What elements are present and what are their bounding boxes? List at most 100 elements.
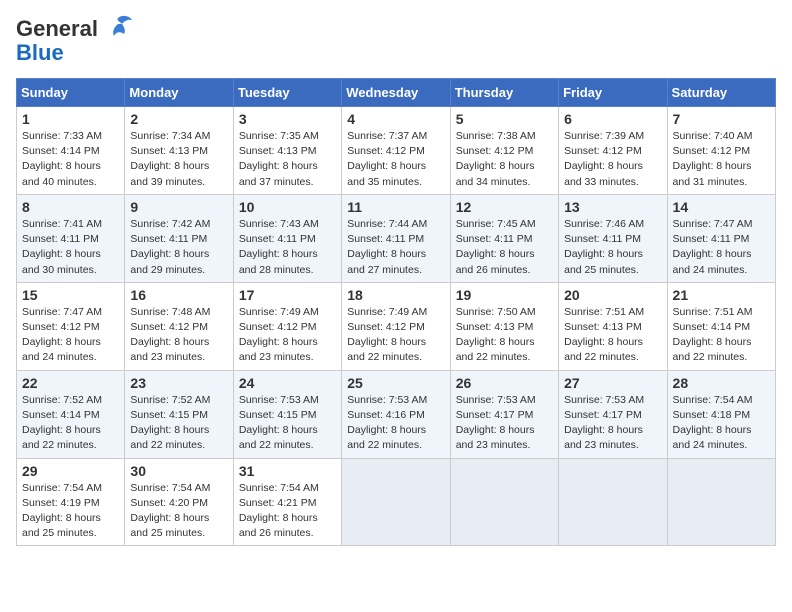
calendar-cell bbox=[450, 458, 558, 546]
day-number: 15 bbox=[22, 287, 119, 303]
week-row-3: 22 Sunrise: 7:52 AMSunset: 4:14 PMDayligh… bbox=[17, 370, 776, 458]
calendar-cell: 24Sunrise: 7:53 AMSunset: 4:15 PMDayligh… bbox=[233, 370, 341, 458]
day-number: 3 bbox=[239, 111, 336, 127]
cell-info: Sunrise: 7:33 AMSunset: 4:14 PMDaylight:… bbox=[22, 129, 119, 190]
calendar-cell: 23 Sunrise: 7:52 AMSunset: 4:15 PMDayligh… bbox=[125, 370, 233, 458]
logo: General Blue bbox=[16, 16, 134, 66]
cell-info: Sunrise: 7:52 AMSunset: 4:14 PMDaylight:… bbox=[22, 393, 119, 454]
calendar-cell: 29 Sunrise: 7:54 AMSunset: 4:19 PMDayligh… bbox=[17, 458, 125, 546]
day-number: 16 bbox=[130, 287, 227, 303]
cell-info: Sunrise: 7:34 AMSunset: 4:13 PMDaylight:… bbox=[130, 129, 227, 190]
calendar-cell: 9 Sunrise: 7:42 AMSunset: 4:11 PMDaylight… bbox=[125, 194, 233, 282]
calendar-cell: 15Sunrise: 7:47 AMSunset: 4:12 PMDayligh… bbox=[17, 282, 125, 370]
calendar-cell: 1Sunrise: 7:33 AMSunset: 4:14 PMDaylight… bbox=[17, 107, 125, 195]
logo-general: General bbox=[16, 16, 98, 42]
calendar-cell: 18 Sunrise: 7:49 AMSunset: 4:12 PMDayligh… bbox=[342, 282, 450, 370]
day-number: 17 bbox=[239, 287, 336, 303]
calendar-cell: 11 Sunrise: 7:44 AMSunset: 4:11 PMDayligh… bbox=[342, 194, 450, 282]
calendar-cell: 6 Sunrise: 7:39 AMSunset: 4:12 PMDaylight… bbox=[559, 107, 667, 195]
cell-info: Sunrise: 7:44 AMSunset: 4:11 PMDaylight:… bbox=[347, 217, 444, 278]
day-number: 22 bbox=[22, 375, 119, 391]
cell-info: Sunrise: 7:51 AMSunset: 4:13 PMDaylight:… bbox=[564, 305, 661, 366]
column-header-wednesday: Wednesday bbox=[342, 79, 450, 107]
calendar-cell: 3 Sunrise: 7:35 AMSunset: 4:13 PMDaylight… bbox=[233, 107, 341, 195]
calendar-cell: 7 Sunrise: 7:40 AMSunset: 4:12 PMDaylight… bbox=[667, 107, 775, 195]
week-row-2: 15Sunrise: 7:47 AMSunset: 4:12 PMDayligh… bbox=[17, 282, 776, 370]
calendar-body: 1Sunrise: 7:33 AMSunset: 4:14 PMDaylight… bbox=[17, 107, 776, 546]
day-number: 26 bbox=[456, 375, 553, 391]
day-number: 4 bbox=[347, 111, 444, 127]
logo-bird-icon bbox=[102, 14, 134, 40]
cell-info: Sunrise: 7:42 AMSunset: 4:11 PMDaylight:… bbox=[130, 217, 227, 278]
cell-info: Sunrise: 7:35 AMSunset: 4:13 PMDaylight:… bbox=[239, 129, 336, 190]
day-number: 13 bbox=[564, 199, 661, 215]
cell-info: Sunrise: 7:54 AMSunset: 4:18 PMDaylight:… bbox=[673, 393, 770, 454]
day-number: 6 bbox=[564, 111, 661, 127]
cell-info: Sunrise: 7:53 AMSunset: 4:17 PMDaylight:… bbox=[564, 393, 661, 454]
logo-blue: Blue bbox=[16, 40, 64, 65]
day-number: 29 bbox=[22, 463, 119, 479]
day-number: 14 bbox=[673, 199, 770, 215]
cell-info: Sunrise: 7:47 AMSunset: 4:11 PMDaylight:… bbox=[673, 217, 770, 278]
day-number: 7 bbox=[673, 111, 770, 127]
calendar-cell: 10 Sunrise: 7:43 AMSunset: 4:11 PMDayligh… bbox=[233, 194, 341, 282]
day-number: 11 bbox=[347, 199, 444, 215]
calendar-cell: 5 Sunrise: 7:38 AMSunset: 4:12 PMDaylight… bbox=[450, 107, 558, 195]
cell-info: Sunrise: 7:45 AMSunset: 4:11 PMDaylight:… bbox=[456, 217, 553, 278]
cell-info: Sunrise: 7:48 AMSunset: 4:12 PMDaylight:… bbox=[130, 305, 227, 366]
cell-info: Sunrise: 7:54 AMSunset: 4:19 PMDaylight:… bbox=[22, 481, 119, 542]
column-header-tuesday: Tuesday bbox=[233, 79, 341, 107]
day-number: 5 bbox=[456, 111, 553, 127]
cell-info: Sunrise: 7:46 AMSunset: 4:11 PMDaylight:… bbox=[564, 217, 661, 278]
page-header: General Blue bbox=[16, 16, 776, 66]
day-number: 10 bbox=[239, 199, 336, 215]
calendar-cell: 12 Sunrise: 7:45 AMSunset: 4:11 PMDayligh… bbox=[450, 194, 558, 282]
week-row-4: 29 Sunrise: 7:54 AMSunset: 4:19 PMDayligh… bbox=[17, 458, 776, 546]
calendar-cell: 27 Sunrise: 7:53 AMSunset: 4:17 PMDayligh… bbox=[559, 370, 667, 458]
cell-info: Sunrise: 7:38 AMSunset: 4:12 PMDaylight:… bbox=[456, 129, 553, 190]
cell-info: Sunrise: 7:54 AMSunset: 4:21 PMDaylight:… bbox=[239, 481, 336, 542]
calendar-cell: 20 Sunrise: 7:51 AMSunset: 4:13 PMDayligh… bbox=[559, 282, 667, 370]
day-number: 27 bbox=[564, 375, 661, 391]
week-row-1: 8 Sunrise: 7:41 AMSunset: 4:11 PMDaylight… bbox=[17, 194, 776, 282]
calendar-cell: 28Sunrise: 7:54 AMSunset: 4:18 PMDayligh… bbox=[667, 370, 775, 458]
calendar-cell bbox=[667, 458, 775, 546]
cell-info: Sunrise: 7:49 AMSunset: 4:12 PMDaylight:… bbox=[239, 305, 336, 366]
column-header-saturday: Saturday bbox=[667, 79, 775, 107]
column-header-thursday: Thursday bbox=[450, 79, 558, 107]
calendar-cell: 2 Sunrise: 7:34 AMSunset: 4:13 PMDaylight… bbox=[125, 107, 233, 195]
calendar-cell: 21Sunrise: 7:51 AMSunset: 4:14 PMDayligh… bbox=[667, 282, 775, 370]
cell-info: Sunrise: 7:39 AMSunset: 4:12 PMDaylight:… bbox=[564, 129, 661, 190]
cell-info: Sunrise: 7:41 AMSunset: 4:11 PMDaylight:… bbox=[22, 217, 119, 278]
calendar-header: SundayMondayTuesdayWednesdayThursdayFrid… bbox=[17, 79, 776, 107]
calendar-cell: 25 Sunrise: 7:53 AMSunset: 4:16 PMDayligh… bbox=[342, 370, 450, 458]
day-number: 8 bbox=[22, 199, 119, 215]
cell-info: Sunrise: 7:40 AMSunset: 4:12 PMDaylight:… bbox=[673, 129, 770, 190]
calendar-table: SundayMondayTuesdayWednesdayThursdayFrid… bbox=[16, 78, 776, 546]
calendar-cell: 22 Sunrise: 7:52 AMSunset: 4:14 PMDayligh… bbox=[17, 370, 125, 458]
day-number: 12 bbox=[456, 199, 553, 215]
day-number: 2 bbox=[130, 111, 227, 127]
calendar-cell: 4Sunrise: 7:37 AMSunset: 4:12 PMDaylight… bbox=[342, 107, 450, 195]
day-number: 25 bbox=[347, 375, 444, 391]
calendar-cell bbox=[342, 458, 450, 546]
cell-info: Sunrise: 7:52 AMSunset: 4:15 PMDaylight:… bbox=[130, 393, 227, 454]
day-number: 31 bbox=[239, 463, 336, 479]
day-number: 20 bbox=[564, 287, 661, 303]
cell-info: Sunrise: 7:43 AMSunset: 4:11 PMDaylight:… bbox=[239, 217, 336, 278]
day-number: 19 bbox=[456, 287, 553, 303]
calendar-cell bbox=[559, 458, 667, 546]
calendar-cell: 8 Sunrise: 7:41 AMSunset: 4:11 PMDaylight… bbox=[17, 194, 125, 282]
day-number: 30 bbox=[130, 463, 227, 479]
cell-info: Sunrise: 7:54 AMSunset: 4:20 PMDaylight:… bbox=[130, 481, 227, 542]
day-number: 9 bbox=[130, 199, 227, 215]
cell-info: Sunrise: 7:49 AMSunset: 4:12 PMDaylight:… bbox=[347, 305, 444, 366]
day-number: 23 bbox=[130, 375, 227, 391]
calendar-cell: 30 Sunrise: 7:54 AMSunset: 4:20 PMDayligh… bbox=[125, 458, 233, 546]
column-header-monday: Monday bbox=[125, 79, 233, 107]
cell-info: Sunrise: 7:50 AMSunset: 4:13 PMDaylight:… bbox=[456, 305, 553, 366]
day-number: 18 bbox=[347, 287, 444, 303]
header-row: SundayMondayTuesdayWednesdayThursdayFrid… bbox=[17, 79, 776, 107]
column-header-friday: Friday bbox=[559, 79, 667, 107]
cell-info: Sunrise: 7:53 AMSunset: 4:16 PMDaylight:… bbox=[347, 393, 444, 454]
